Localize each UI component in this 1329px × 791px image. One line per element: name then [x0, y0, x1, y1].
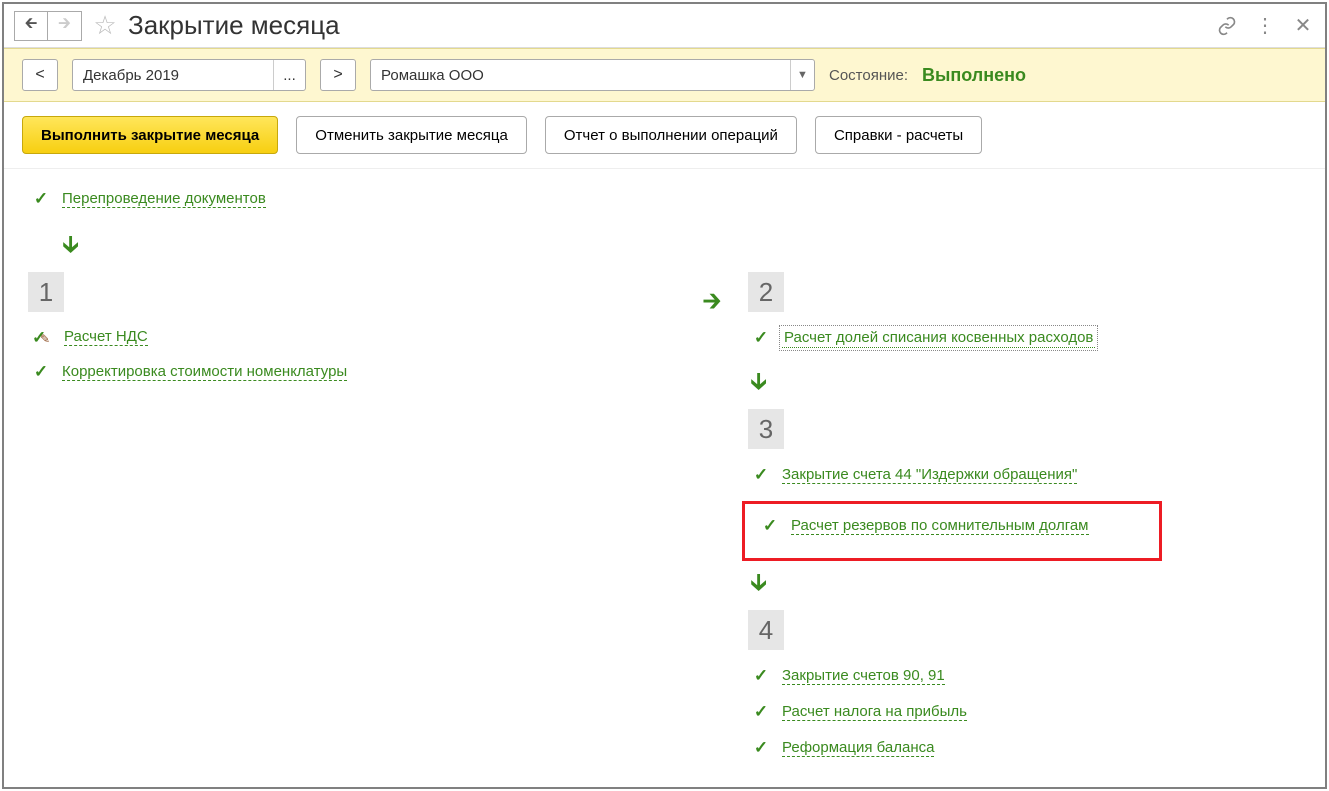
- nav-back-button[interactable]: 🡰: [14, 11, 48, 41]
- operation-row: ✓ Корректировка стоимости номенклатуры: [32, 362, 682, 382]
- operation-row: ✓ Закрытие счетов 90, 91: [752, 666, 1307, 686]
- operation-row: ✓ Расчет налога на прибыль: [752, 702, 1307, 722]
- operation-link-profit-tax[interactable]: Расчет налога на прибыль: [782, 703, 967, 721]
- toolbar: Выполнить закрытие месяца Отменить закры…: [4, 102, 1325, 169]
- organization-dropdown-icon[interactable]: ▼: [790, 60, 814, 90]
- check-icon: ✓: [32, 189, 50, 209]
- organization-value: Ромашка ООО: [371, 67, 790, 84]
- stage-number: 4: [748, 610, 784, 650]
- run-close-button[interactable]: Выполнить закрытие месяца: [22, 116, 278, 154]
- period-prev-button[interactable]: <: [22, 59, 58, 91]
- arrow-right-icon: 🡲: [682, 284, 742, 325]
- check-icon: ✓: [752, 702, 770, 722]
- period-value: Декабрь 2019: [73, 67, 273, 84]
- stage-number: 2: [748, 272, 784, 312]
- nav-forward-button[interactable]: 🡲: [48, 11, 82, 41]
- page-title: Закрытие месяца: [128, 10, 1215, 41]
- check-icon: ✓: [752, 738, 770, 758]
- period-next-button[interactable]: >: [320, 59, 356, 91]
- arrow-down-icon: 🡳: [750, 565, 1307, 606]
- operation-row: ✓ Расчет долей списания косвенных расход…: [752, 328, 1307, 348]
- period-bar: < Декабрь 2019 ... > Ромашка ООО ▼ Состо…: [4, 48, 1325, 102]
- organization-input[interactable]: Ромашка ООО ▼: [370, 59, 815, 91]
- operation-link-reserves[interactable]: Расчет резервов по сомнительным долгам: [791, 517, 1089, 535]
- operation-link-close-90-91[interactable]: Закрытие счетов 90, 91: [782, 667, 945, 685]
- more-menu-icon[interactable]: ⋮: [1253, 14, 1277, 38]
- operation-link-close-44[interactable]: Закрытие счета 44 "Издержки обращения": [782, 466, 1077, 484]
- operation-link-cost-adjust[interactable]: Корректировка стоимости номенклатуры: [62, 363, 347, 381]
- operation-link-indirect-shares[interactable]: Расчет долей списания косвенных расходов: [782, 328, 1095, 348]
- highlighted-operation: ✓ Расчет резервов по сомнительным долгам: [742, 501, 1162, 561]
- operation-row: ✓ Расчет резервов по сомнительным долгам: [761, 516, 1153, 536]
- operation-link-balance-reform[interactable]: Реформация баланса: [782, 739, 934, 757]
- operation-row: Расчет НДС: [32, 328, 682, 346]
- references-button[interactable]: Справки - расчеты: [815, 116, 982, 154]
- titlebar: 🡰 🡲 ☆ Закрытие месяца ⋮ ✕: [4, 4, 1325, 48]
- cancel-close-button[interactable]: Отменить закрытие месяца: [296, 116, 527, 154]
- operation-link-vat[interactable]: Расчет НДС: [64, 328, 148, 346]
- period-picker-button[interactable]: ...: [273, 60, 305, 90]
- operations-report-button[interactable]: Отчет о выполнении операций: [545, 116, 797, 154]
- favorite-star-icon[interactable]: ☆: [90, 11, 120, 41]
- check-icon: ✓: [752, 328, 770, 348]
- period-input[interactable]: Декабрь 2019 ...: [72, 59, 306, 91]
- close-icon[interactable]: ✕: [1291, 14, 1315, 38]
- link-icon[interactable]: [1215, 14, 1239, 38]
- operation-link-repost[interactable]: Перепроведение документов: [62, 190, 266, 208]
- operation-row: ✓ Реформация баланса: [752, 738, 1307, 758]
- check-icon: ✓: [752, 666, 770, 686]
- status-value: Выполнено: [922, 65, 1026, 86]
- check-pencil-icon: [32, 328, 52, 346]
- operation-row: ✓ Закрытие счета 44 "Издержки обращения": [752, 465, 1307, 485]
- check-icon: ✓: [752, 465, 770, 485]
- stage-number: 1: [28, 272, 64, 312]
- check-icon: ✓: [32, 362, 50, 382]
- stage-number: 3: [748, 409, 784, 449]
- status-label: Состояние:: [829, 67, 908, 84]
- operation-row: ✓ Перепроведение документов: [32, 189, 1307, 209]
- arrow-down-icon: 🡳: [750, 364, 1307, 405]
- check-icon: ✓: [761, 516, 779, 536]
- arrow-down-icon: 🡳: [62, 227, 1307, 268]
